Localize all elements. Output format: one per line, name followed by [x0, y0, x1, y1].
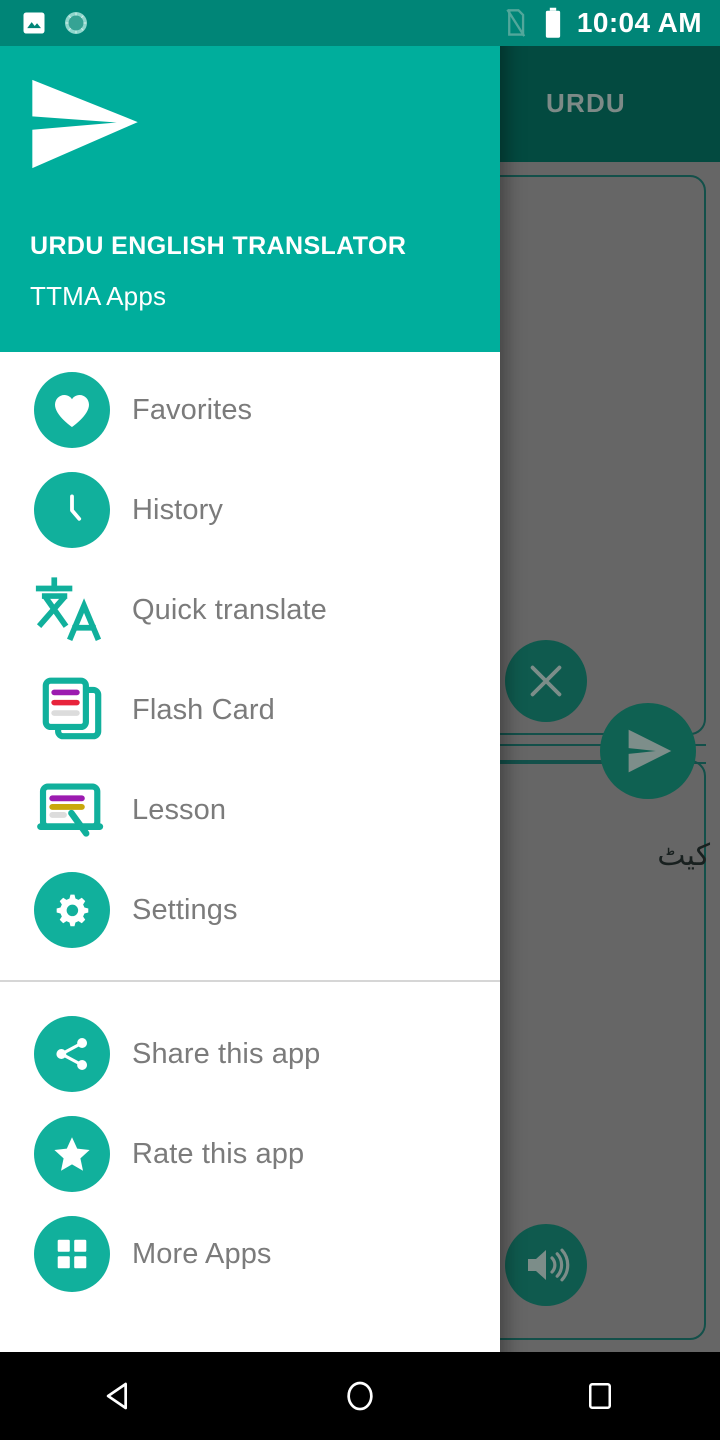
send-logo: [32, 79, 138, 169]
heart-icon: [34, 372, 110, 448]
menu-item-more-apps[interactable]: More Apps: [0, 1204, 500, 1304]
send-button[interactable]: [600, 703, 696, 799]
volume-up-icon: [528, 1248, 570, 1282]
menu-item-settings[interactable]: Settings: [0, 860, 500, 960]
status-bar-system: 10:04 AM: [501, 7, 720, 39]
phone-screen: URDU کیٹ URDU ENGLISH TRANSLATOR TTMA Ap…: [0, 0, 720, 1440]
share-icon-wrap: [32, 1014, 112, 1094]
flash-card-icon-wrap: [32, 670, 112, 750]
menu-item-label: Settings: [132, 893, 238, 926]
app-publisher: TTMA Apps: [30, 281, 167, 311]
menu-item-label: Lesson: [132, 793, 227, 826]
clock-icon: [34, 472, 110, 548]
lesson-icon-wrap: [32, 770, 112, 850]
status-bar-notifications: [0, 9, 90, 37]
recents-square-icon: [588, 1382, 612, 1409]
back-triangle-icon: [106, 1382, 128, 1410]
close-icon: [530, 665, 562, 697]
app-title: URDU ENGLISH TRANSLATOR: [30, 232, 407, 260]
no-sim-icon: [506, 8, 526, 37]
share-icon: [34, 1016, 110, 1092]
send-icon: [628, 729, 672, 773]
menu-item-label: Quick translate: [132, 593, 327, 626]
rate-icon-wrap: [32, 1114, 112, 1194]
settings-icon-wrap: [32, 870, 112, 950]
favorites-icon-wrap: [32, 370, 112, 450]
menu-item-label: More Apps: [132, 1237, 272, 1270]
menu-item-quick-translate[interactable]: Quick translate: [0, 560, 500, 660]
star-icon: [34, 1116, 110, 1192]
lesson-board-icon: [37, 783, 104, 837]
sunburst-app-icon: [65, 12, 87, 34]
background-appbar-title: URDU: [546, 88, 626, 118]
flash-card-icon: [42, 677, 102, 740]
menu-item-lesson[interactable]: Lesson: [0, 760, 500, 860]
android-navigation-bar: [0, 1352, 720, 1440]
battery-full-icon: [545, 7, 561, 38]
drawer-divider: [0, 980, 500, 982]
more-apps-icon-wrap: [32, 1214, 112, 1294]
image-icon: [23, 12, 45, 34]
history-icon-wrap: [32, 470, 112, 550]
translated-word: کیٹ: [657, 838, 710, 873]
menu-item-history[interactable]: History: [0, 460, 500, 560]
menu-item-label: Favorites: [132, 393, 253, 426]
menu-item-share-this-app[interactable]: Share this app: [0, 1004, 500, 1104]
drawer-primary-menu: Favorites History Quick translate Flash …: [0, 352, 500, 960]
navigation-drawer: URDU ENGLISH TRANSLATOR TTMA Apps Favori…: [0, 0, 500, 1392]
menu-item-label: Flash Card: [132, 693, 275, 726]
nav-back-button[interactable]: [60, 1352, 180, 1440]
drawer-secondary-menu: Share this app Rate this app More Apps: [0, 996, 500, 1304]
nav-recents-button[interactable]: [540, 1352, 660, 1440]
menu-item-favorites[interactable]: Favorites: [0, 360, 500, 460]
status-bar: 10:04 AM: [0, 0, 720, 46]
menu-item-label: History: [132, 493, 223, 526]
translate-icon: [35, 577, 102, 641]
menu-item-label: Rate this app: [132, 1137, 305, 1170]
menu-item-label: Share this app: [132, 1037, 321, 1070]
menu-item-rate-this-app[interactable]: Rate this app: [0, 1104, 500, 1204]
home-circle-icon: [347, 1381, 373, 1411]
status-bar-clock: 10:04 AM: [576, 7, 702, 38]
menu-item-flash-card[interactable]: Flash Card: [0, 660, 500, 760]
grid-apps-icon: [34, 1216, 110, 1292]
quick-translate-icon-wrap: [32, 570, 112, 650]
drawer-header: URDU ENGLISH TRANSLATOR TTMA Apps: [0, 0, 500, 352]
gear-icon: [34, 872, 110, 948]
clear-button[interactable]: [505, 640, 587, 722]
nav-home-button[interactable]: [300, 1352, 420, 1440]
speak-button[interactable]: [505, 1224, 587, 1306]
